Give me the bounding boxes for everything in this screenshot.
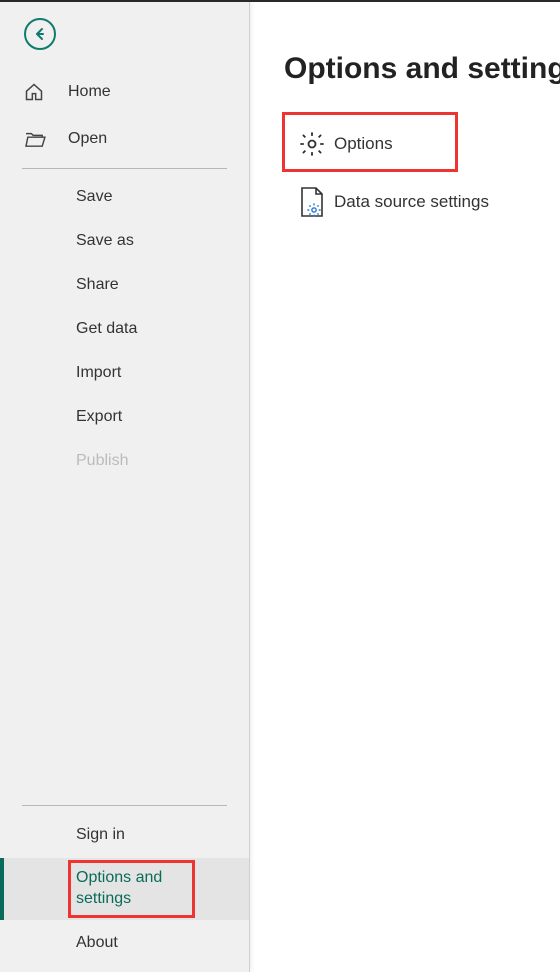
nav-label: About [76,934,118,952]
page-title: Options and settings [284,52,560,86]
home-icon [24,82,44,102]
option-data-source-settings[interactable]: Data source settings [284,172,560,232]
nav-home[interactable]: Home [0,68,249,116]
active-indicator [0,858,4,920]
folder-open-icon [24,130,46,148]
nav-label: Publish [76,452,128,470]
option-options[interactable]: Options [284,116,560,172]
nav-label: Share [76,276,119,294]
nav-label: Import [76,364,121,382]
arrow-left-icon [32,26,48,42]
nav-label: Home [68,83,111,101]
nav-label: Open [68,130,107,148]
file-gear-icon [298,186,326,218]
nav-label: Save as [76,232,134,250]
nav-about[interactable]: About [0,920,249,966]
option-label: Data source settings [334,192,489,212]
nav-open[interactable]: Open [0,116,249,162]
nav-share[interactable]: Share [0,263,249,307]
nav-label: Sign in [76,826,125,844]
nav-get-data[interactable]: Get data [0,307,249,351]
option-label: Options [334,134,393,154]
file-menu-sidebar: Home Open Save Save as Share [0,2,250,972]
main-panel: Options and settings Options [250,2,560,972]
gear-icon [298,130,326,158]
back-button[interactable] [24,18,56,50]
nav-options-and-settings[interactable]: Options and settings [0,858,249,920]
divider [22,805,227,806]
nav-import[interactable]: Import [0,351,249,395]
nav-publish: Publish [0,439,249,483]
nav-label: Options and settings [76,868,209,910]
divider [22,168,227,169]
nav-label: Export [76,408,122,426]
nav-save[interactable]: Save [0,175,249,219]
nav-export[interactable]: Export [0,395,249,439]
nav-save-as[interactable]: Save as [0,219,249,263]
nav-sign-in[interactable]: Sign in [0,812,249,858]
nav-label: Get data [76,320,137,338]
nav-label: Save [76,188,112,206]
